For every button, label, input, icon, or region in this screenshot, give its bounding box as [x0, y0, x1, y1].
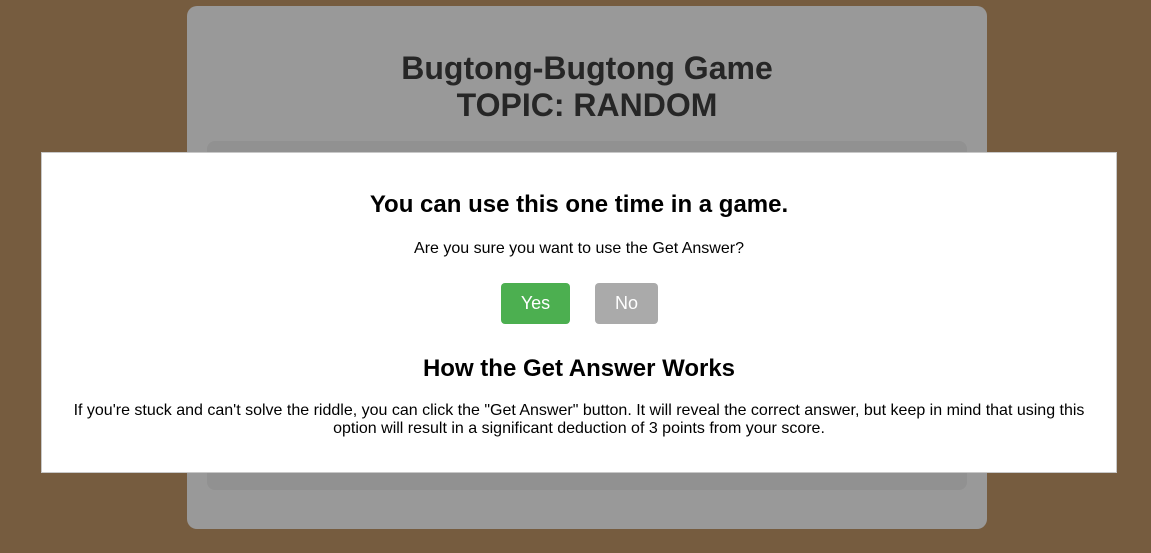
modal-question: Are you sure you want to use the Get Ans…: [414, 240, 744, 257]
yes-button[interactable]: Yes: [501, 283, 570, 324]
modal-heading: You can use this one time in a game.: [369, 191, 789, 218]
game-title: Bugtong-Bugtong Game TOPIC: RANDOM: [187, 50, 987, 124]
how-it-works-text: If you're stuck and can't solve the ridd…: [73, 402, 1085, 437]
game-topic-text: TOPIC: RANDOM: [456, 87, 718, 123]
no-button[interactable]: No: [595, 283, 658, 324]
how-it-works-heading: How the Get Answer Works: [422, 355, 736, 382]
get-answer-modal: You can use this one time in a game. Are…: [41, 152, 1117, 473]
game-title-text: Bugtong-Bugtong Game: [401, 50, 773, 86]
